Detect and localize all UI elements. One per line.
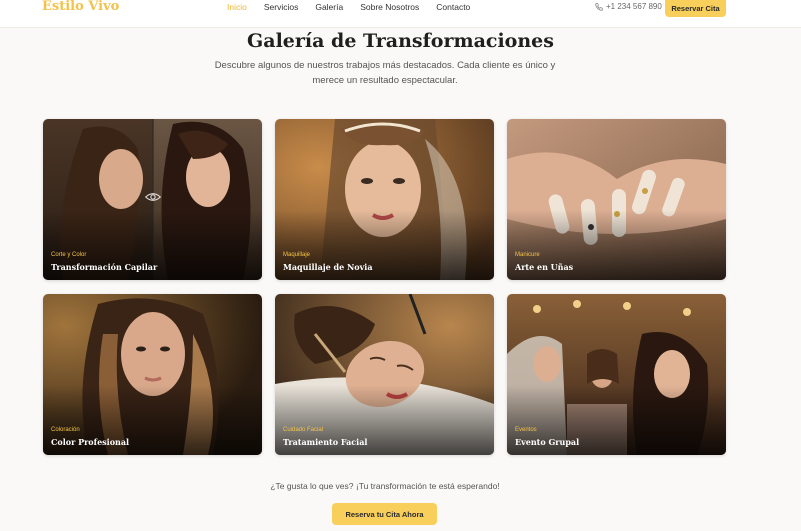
phone-number: +1 234 567 890 xyxy=(606,2,662,11)
site-header: Estilo Vivo Inicio Servicios Galería Sob… xyxy=(0,0,801,28)
eye-icon xyxy=(145,193,161,201)
card-category: Manicure xyxy=(515,252,540,258)
reserve-button[interactable]: Reservar Cita xyxy=(665,0,726,17)
card-title: Maquillaje de Novia xyxy=(283,262,373,272)
card-title: Evento Grupal xyxy=(515,437,580,447)
nav-sobre-nosotros[interactable]: Sobre Nosotros xyxy=(360,2,419,12)
gallery-card-arte-unas[interactable]: Manicure Arte en Uñas xyxy=(507,119,726,280)
nav-contacto[interactable]: Contacto xyxy=(436,2,470,12)
book-now-button[interactable]: Reserva tu Cita Ahora xyxy=(332,503,437,525)
card-category: Eventos xyxy=(515,427,537,433)
card-title: Tratamiento Facial xyxy=(283,437,368,447)
main-nav: Inicio Servicios Galería Sobre Nosotros … xyxy=(227,2,487,12)
card-category: Maquillaje xyxy=(283,252,311,258)
nav-galeria[interactable]: Galería xyxy=(315,2,343,12)
gallery-card-transformacion-capilar[interactable]: Corte y Color Transformación Capilar xyxy=(43,119,262,280)
nav-inicio[interactable]: Inicio xyxy=(227,2,247,12)
card-category: Corte y Color xyxy=(51,252,87,258)
card-category: Coloración xyxy=(51,427,80,433)
card-title: Color Profesional xyxy=(51,437,130,447)
gallery-card-color-profesional[interactable]: Coloración Color Profesional xyxy=(43,294,262,455)
cta-text: ¿Te gusta lo que ves? ¡Tu transformación… xyxy=(270,481,500,491)
card-category: Cuidado Facial xyxy=(283,427,324,433)
site-logo[interactable]: Estilo Vivo xyxy=(42,0,119,14)
gallery-subtitle: Descubre algunos de nuestros trabajos má… xyxy=(214,60,556,86)
card-title: Arte en Uñas xyxy=(515,262,574,272)
gallery-card-tratamiento-facial[interactable]: Cuidado Facial Tratamiento Facial xyxy=(275,294,494,455)
nav-servicios[interactable]: Servicios xyxy=(264,2,298,12)
card-title: Transformación Capilar xyxy=(51,262,158,272)
gallery-title: Galería de Transformaciones xyxy=(247,30,554,52)
gallery-card-maquillaje-novia[interactable]: Maquillaje Maquillaje de Novia xyxy=(275,119,494,280)
phone-contact[interactable]: +1 234 567 890 xyxy=(595,2,662,11)
phone-icon xyxy=(595,2,603,11)
gallery-card-evento-grupal[interactable]: Eventos Evento Grupal xyxy=(507,294,726,455)
